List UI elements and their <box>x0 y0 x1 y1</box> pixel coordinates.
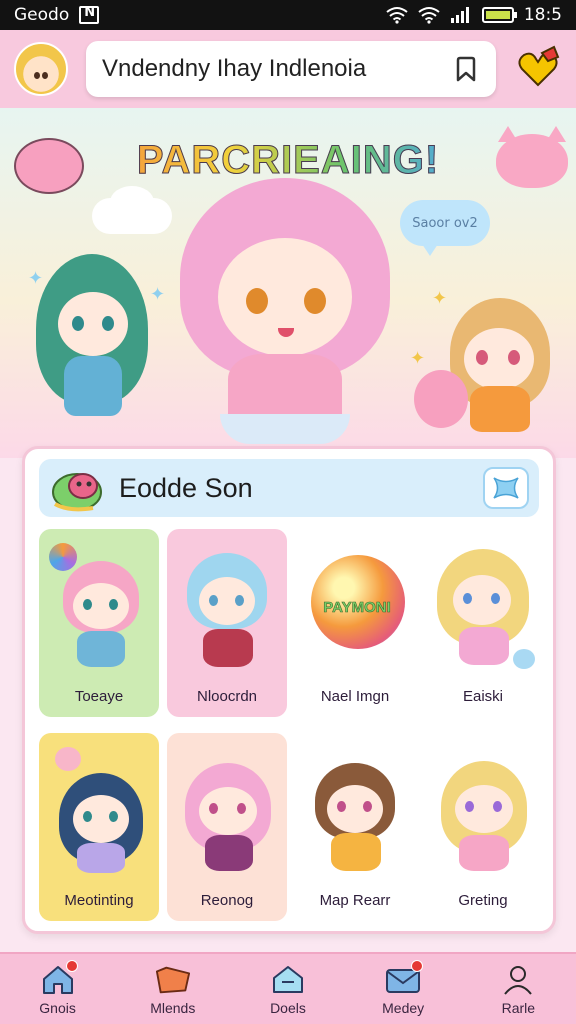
signal-icon <box>450 7 469 23</box>
favorites-icon[interactable] <box>514 45 562 93</box>
character-card[interactable]: Eaiski <box>423 529 543 717</box>
carrier-label: Geodo <box>14 5 70 25</box>
character-portrait <box>433 543 535 673</box>
panel-header: Eodde Son <box>39 459 539 517</box>
status-right: 18:5 <box>386 5 562 25</box>
main-character <box>180 178 390 458</box>
notification-dot <box>65 960 78 972</box>
character-portrait <box>177 747 277 877</box>
panel-title: Eodde Son <box>119 472 253 503</box>
wifi-icon <box>386 7 408 24</box>
nav-label: Gnois <box>39 1000 76 1016</box>
character-grid: Toeaye Nloocrdn PAYMONI Nael Imgn Eaiski… <box>39 529 543 925</box>
character-portrait <box>177 543 277 673</box>
search-input[interactable]: Vndendny Ihay Indlenoia <box>86 41 496 97</box>
ticket-icon <box>155 962 191 998</box>
hero-banner: PARCRIEAING! Saoor ov2 ✦ ✦ ✦ ✦ <box>0 108 576 458</box>
notification-dot <box>411 960 424 972</box>
blob-icon <box>49 462 105 514</box>
character-portrait <box>49 747 149 877</box>
status-bar: Geodo 18:5 <box>0 0 576 30</box>
nav-item-deals[interactable]: Doels <box>240 962 336 1016</box>
nav-label: Doels <box>270 1000 306 1016</box>
pink-pet-decoration <box>414 370 468 428</box>
nav-label: Rarle <box>501 1000 536 1016</box>
avatar[interactable] <box>14 42 68 96</box>
profile-icon <box>500 962 536 998</box>
character-card[interactable]: Greting <box>423 733 543 921</box>
character-portrait <box>305 747 405 877</box>
bottom-nav: Gnois Mlends Doels Medey Rarle <box>0 952 576 1024</box>
card-label: Reonog <box>200 892 254 909</box>
orange-character <box>446 298 558 438</box>
mail-icon <box>385 960 424 998</box>
character-portrait <box>433 747 533 877</box>
card-label: Nael Imgn <box>320 688 390 705</box>
search-text: Vndendny Ihay Indlenoia <box>102 55 367 82</box>
top-bar: Vndendny Ihay Indlenoia <box>0 30 576 108</box>
nav-item-profile[interactable]: Rarle <box>470 962 566 1016</box>
card-label: Meotinting <box>64 892 134 909</box>
bookmark-icon[interactable] <box>452 55 480 83</box>
nav-label: Mlends <box>150 1000 196 1016</box>
card-label: Nloocrdn <box>196 688 258 705</box>
nav-item-friends[interactable]: Mlends <box>125 962 221 1016</box>
home-icon <box>40 960 78 998</box>
character-card[interactable]: PAYMONI Nael Imgn <box>295 529 415 717</box>
close-icon[interactable] <box>483 467 529 509</box>
speech-bubble: Saoor ov2 <box>400 200 490 256</box>
character-card[interactable]: Reonog <box>167 733 287 921</box>
nav-item-messages[interactable]: Medey <box>355 960 451 1016</box>
hero-title: PARCRIEAING! <box>0 138 576 183</box>
wifi-icon-2 <box>418 7 440 24</box>
character-panel: Eodde Son Toeaye Nloocrdn PAYMONI Nael I… <box>22 446 556 934</box>
card-label: Eaiski <box>462 688 503 705</box>
green-hair-character <box>36 254 148 434</box>
nfc-icon <box>79 5 100 24</box>
character-portrait <box>49 543 149 673</box>
status-left: Geodo <box>14 5 100 25</box>
sparkle-icon: ✦ <box>410 348 426 369</box>
sparkle-icon: ✦ <box>150 284 166 305</box>
card-label: Map Rearr <box>319 892 391 909</box>
cloud-decoration-top <box>110 186 154 218</box>
sparkle-icon: ✦ <box>432 288 448 309</box>
nav-label: Medey <box>382 1000 425 1016</box>
card-label: Toeaye <box>74 688 124 705</box>
character-card[interactable]: Map Rearr <box>295 733 415 921</box>
character-card[interactable]: Toeaye <box>39 529 159 717</box>
badge-text: PAYMONI <box>323 599 391 617</box>
clock-label: 18:5 <box>523 5 562 25</box>
character-card[interactable]: Meotinting <box>39 733 159 921</box>
character-card[interactable]: Nloocrdn <box>167 529 287 717</box>
battery-icon <box>481 7 517 23</box>
character-portrait: PAYMONI <box>305 543 405 673</box>
nav-item-home[interactable]: Gnois <box>10 960 106 1016</box>
card-label: Greting <box>458 892 508 909</box>
chat-home-icon <box>270 962 306 998</box>
